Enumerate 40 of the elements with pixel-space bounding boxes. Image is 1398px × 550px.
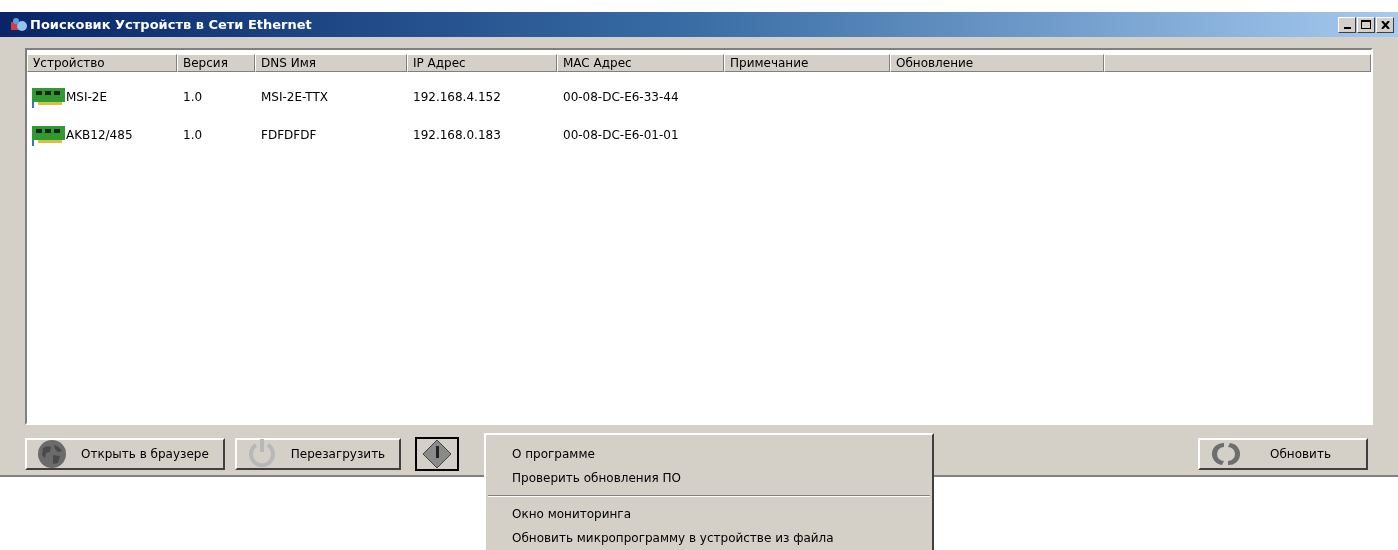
menu-item[interactable]: Проверить обновления ПО (486, 466, 932, 490)
column-header[interactable]: Обновление (890, 54, 1104, 72)
menu-item[interactable]: Окно мониторинга (486, 502, 932, 526)
close-icon (1380, 20, 1390, 29)
menu-item[interactable]: Обновить микропрограмму в устройстве из файла (486, 526, 932, 550)
table-cell-text: MSI-2E (66, 89, 108, 106)
minimize-button[interactable] (1338, 16, 1356, 33)
refresh-button[interactable]: Обновить (1198, 438, 1368, 470)
minimize-icon (1343, 26, 1351, 29)
menu-button[interactable] (415, 437, 460, 471)
maximize-icon (1361, 20, 1371, 29)
table-cell-text: 192.168.0.183 (413, 127, 501, 144)
window-title: Поисковик Устройств в Сети Ethernet (30, 15, 312, 34)
menu-item[interactable]: О программе (486, 442, 932, 466)
close-button[interactable] (1376, 16, 1394, 33)
app-icon (10, 16, 28, 33)
device-row[interactable]: AKB12/485 1.0 FDFDFDF 192.168.0.183 00-08-DC-E6-01-01 (27, 116, 1371, 154)
restart-button[interactable]: Перезагрузить (234, 438, 402, 470)
column-header[interactable]: DNS Имя (255, 54, 407, 72)
network-card-icon (30, 124, 66, 146)
power-icon (246, 438, 277, 470)
open-in-browser-button[interactable]: Открыть в браузере (25, 438, 225, 470)
table-cell-text: 00-08-DC-E6-01-01 (563, 127, 679, 144)
table-cell-text: 1.0 (183, 89, 203, 106)
maximize-button[interactable] (1357, 16, 1375, 33)
network-card-icon (30, 86, 66, 108)
table-cell-text: 192.168.4.152 (413, 89, 501, 106)
table-cell-text: FDFDFDF (261, 127, 317, 144)
device-row[interactable]: MSI-2E 1.0 MSI-2E-TTX 192.168.4.152 00-08-DC-E6-33-44 (27, 78, 1371, 116)
column-header[interactable]: Примечание (724, 54, 890, 72)
table-cell-text: MSI-2E-TTX (261, 89, 328, 106)
diamond-icon (422, 439, 453, 469)
column-header[interactable]: MAC Адрес (557, 54, 724, 72)
table-cell-text: 00-08-DC-E6-33-44 (563, 89, 679, 106)
column-header[interactable]: IP Адрес (407, 54, 557, 72)
column-header[interactable]: Версия (177, 54, 255, 72)
column-header[interactable]: Устройство (27, 54, 177, 72)
table-cell-text: 1.0 (183, 127, 203, 144)
globe-icon (37, 439, 67, 469)
table-cell-text: AKB12/485 (66, 127, 133, 144)
